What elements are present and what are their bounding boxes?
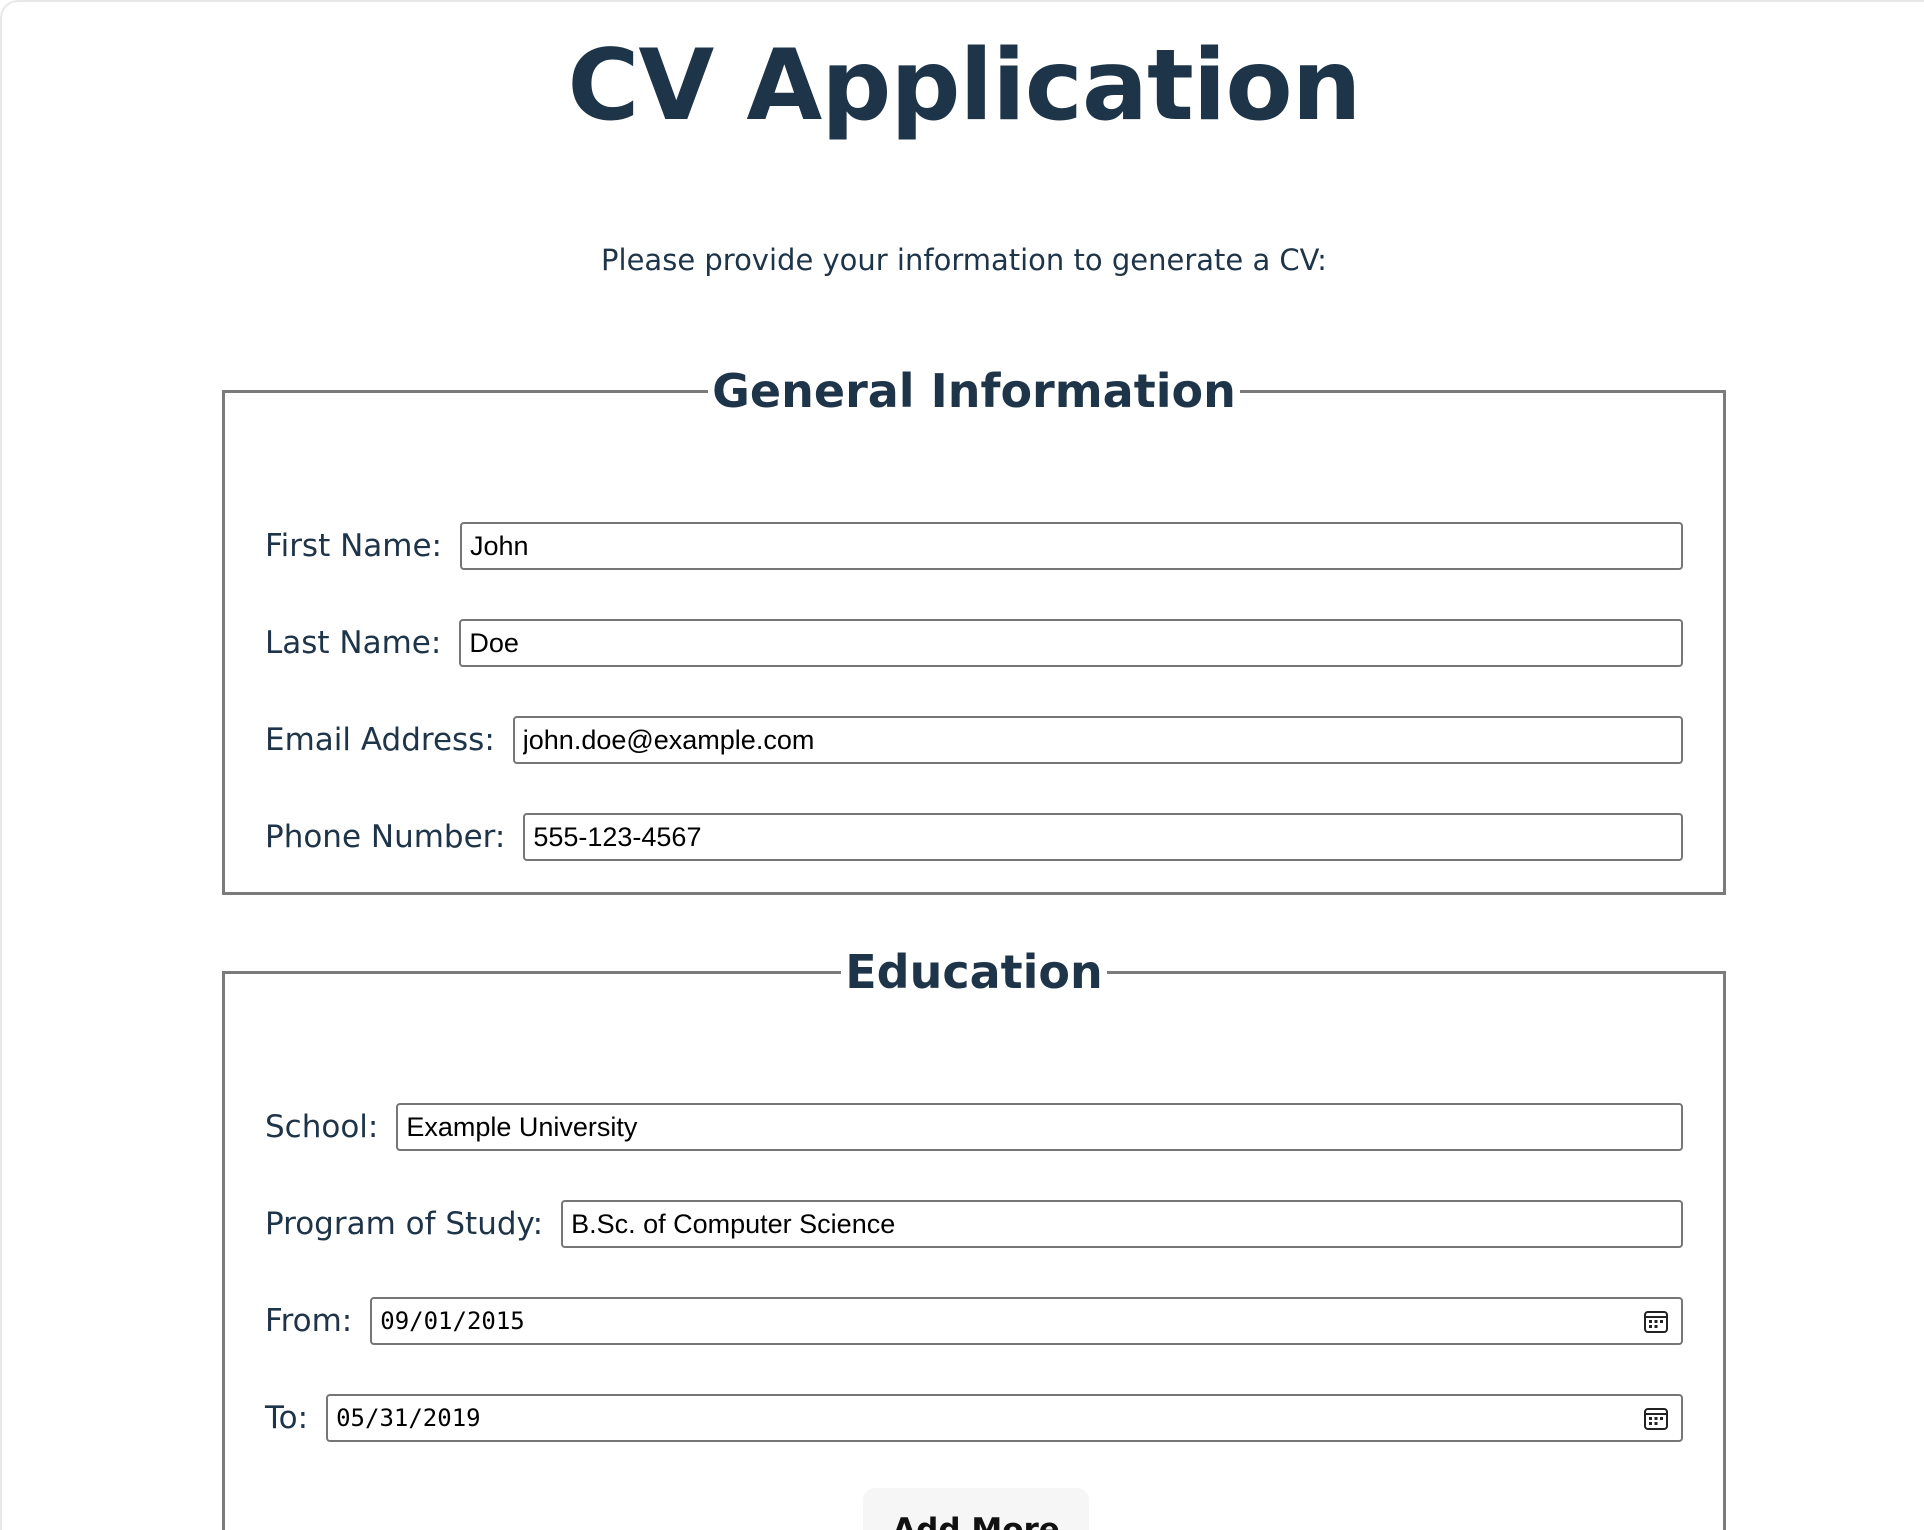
email-input[interactable] [512, 716, 1683, 764]
to-date-label: To: [265, 1400, 309, 1436]
phone-row: Phone Number: [265, 812, 1683, 862]
page-title: CV Application [567, 29, 1362, 143]
program-input[interactable] [561, 1200, 1683, 1248]
school-input[interactable] [396, 1103, 1683, 1151]
from-date-input[interactable]: 09/01/2015 [370, 1297, 1683, 1345]
intro-text: Please provide your information to gener… [601, 243, 1327, 277]
to-date-value: 05/31/2019 [336, 1404, 481, 1432]
calendar-icon[interactable] [1643, 1308, 1669, 1334]
program-row: Program of Study: [265, 1199, 1683, 1249]
school-label: School: [265, 1109, 379, 1145]
to-date-input[interactable]: 05/31/2019 [326, 1394, 1683, 1442]
from-date-row: From: 09/01/2015 [265, 1296, 1683, 1346]
page: CV Application Please provide your infor… [0, 0, 1924, 1530]
first-name-label: First Name: [265, 528, 442, 564]
to-date-row: To: 05/31/2019 [265, 1393, 1683, 1443]
phone-input[interactable] [523, 813, 1683, 861]
email-label: Email Address: [265, 722, 495, 758]
from-date-label: From: [265, 1303, 353, 1339]
education-section: Education School: Program of Study: From… [222, 944, 1726, 1530]
calendar-icon[interactable] [1643, 1405, 1669, 1431]
last-name-label: Last Name: [265, 625, 442, 661]
general-information-legend: General Information [712, 364, 1236, 418]
first-name-row: First Name: [265, 521, 1683, 571]
last-name-row: Last Name: [265, 618, 1683, 668]
phone-label: Phone Number: [265, 819, 506, 855]
education-legend: Education [845, 945, 1103, 999]
last-name-input[interactable] [459, 619, 1683, 667]
school-row: School: [265, 1102, 1683, 1152]
general-information-section: General Information First Name: Last Nam… [222, 363, 1726, 895]
program-label: Program of Study: [265, 1206, 544, 1242]
email-row: Email Address: [265, 715, 1683, 765]
first-name-input[interactable] [460, 522, 1683, 570]
add-more-button[interactable]: Add More [863, 1488, 1089, 1530]
from-date-value: 09/01/2015 [380, 1307, 525, 1335]
